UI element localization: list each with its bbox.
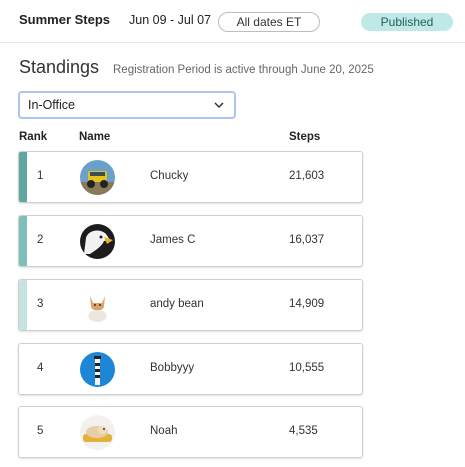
rank-value: 2 (37, 234, 44, 246)
column-header-steps: Steps (289, 131, 321, 143)
avatar (80, 415, 115, 450)
step-count: 21,603 (289, 170, 325, 182)
chevron-down-icon (214, 102, 224, 109)
lighthouse-avatar-icon (80, 352, 115, 387)
column-header-rank: Rank (19, 131, 48, 143)
timezone-pill[interactable]: All dates ET (218, 12, 320, 32)
participant-name: Chucky (150, 170, 189, 182)
participant-name: Noah (150, 425, 178, 437)
rank-value: 5 (37, 425, 44, 437)
standings-row: 5 Noah 4,535 (18, 406, 363, 458)
registration-note: Registration Period is active through Ju… (113, 64, 374, 76)
dog-avatar-icon (80, 415, 115, 450)
date-range: Jun 09 - Jul 07 (129, 13, 211, 27)
participant-name: andy bean (150, 298, 204, 310)
standings-row: 4 Bobbyyy 10,555 (18, 343, 363, 395)
page-title: Standings (19, 57, 100, 77)
step-count: 16,037 (289, 234, 325, 246)
group-filter-value: In-Office (28, 98, 76, 112)
participant-name: James C (150, 234, 196, 246)
standings-row: 3 andy bean 14,909 (18, 279, 363, 331)
step-count: 4,535 (289, 425, 318, 437)
challenge-title: Summer Steps (19, 12, 111, 27)
rank-accent-bar (19, 407, 27, 457)
rank-accent-bar (19, 344, 27, 394)
cat-avatar-icon (80, 288, 115, 323)
rank-value: 3 (37, 298, 44, 310)
avatar (80, 352, 115, 387)
group-filter-select[interactable]: In-Office (18, 91, 236, 119)
column-header-name: Name (79, 131, 111, 143)
top-bar: Summer Steps Jun 09 - Jul 07 All dates E… (0, 0, 465, 43)
eagle-avatar-icon (80, 224, 115, 259)
rank-accent-bar (19, 216, 27, 266)
step-count: 14,909 (289, 298, 325, 310)
rank-accent-bar (19, 280, 27, 330)
status-badge: Published (361, 13, 453, 31)
standings-row: 1 Chucky 21,603 (18, 151, 363, 203)
participant-name: Bobbyyy (150, 362, 195, 374)
rank-value: 1 (37, 170, 44, 182)
avatar (80, 224, 115, 259)
avatar (80, 160, 115, 195)
standings-row: 2 James C 16,037 (18, 215, 363, 267)
jeep-avatar-icon (80, 160, 115, 195)
step-count: 10,555 (289, 362, 325, 374)
rank-value: 4 (37, 362, 44, 374)
rank-accent-bar (19, 152, 27, 202)
avatar (80, 288, 115, 323)
